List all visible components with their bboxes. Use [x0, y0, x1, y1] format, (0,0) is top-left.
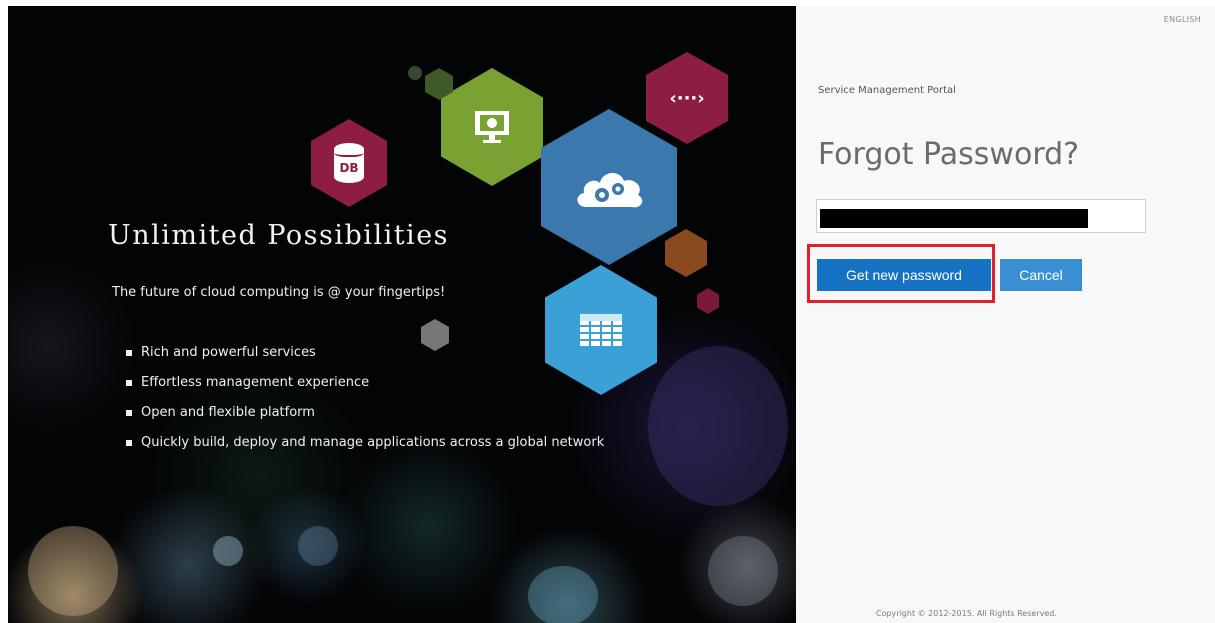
bokeh-light [213, 536, 243, 566]
hero-panel: DB ‹···› Unlimited Possibilities The fut… [8, 6, 796, 623]
cloud-gears-icon [577, 172, 643, 208]
form-title: Forgot Password? [818, 137, 1080, 172]
feature-item: Effortless management experience [126, 375, 604, 405]
database-icon: DB [334, 143, 364, 183]
bullet-icon [126, 440, 132, 446]
feature-text: Quickly build, deploy and manage applica… [141, 435, 605, 450]
bokeh-light [528, 566, 598, 623]
bullet-icon [126, 350, 132, 356]
cloud-hex-icon [541, 109, 677, 265]
code-brackets-icon: ‹···› [669, 87, 705, 109]
copyright-text: Copyright © 2012-2015. All Rights Reserv… [876, 609, 1057, 618]
language-selector[interactable]: ENGLISH [1164, 15, 1201, 24]
feature-text: Rich and powerful services [141, 345, 316, 360]
hero-title: Unlimited Possibilities [108, 220, 450, 251]
orange-hex-decoration [665, 229, 707, 277]
monitor-hex-icon [441, 68, 543, 186]
cancel-button[interactable]: Cancel [1000, 259, 1082, 291]
database-icon-label: DB [339, 161, 359, 175]
table-grid-icon [580, 314, 622, 346]
feature-text: Effortless management experience [141, 375, 370, 390]
bokeh-light [708, 536, 778, 606]
portal-name: Service Management Portal [818, 85, 956, 96]
feature-item: Open and flexible platform [126, 405, 604, 435]
feature-text: Open and flexible platform [141, 405, 315, 420]
bullet-icon [126, 380, 132, 386]
forgot-password-panel: ENGLISH Service Management Portal Forgot… [796, 6, 1215, 623]
feature-item: Quickly build, deploy and manage applica… [126, 435, 604, 465]
bokeh-light [28, 526, 118, 616]
bokeh-light [298, 526, 338, 566]
redaction-bar [820, 209, 1088, 228]
bokeh-light [408, 66, 422, 80]
database-hex-icon: DB [311, 119, 387, 207]
api-hex-icon: ‹···› [646, 52, 728, 144]
monitor-icon [475, 111, 509, 143]
feature-list: Rich and powerful services Effortless ma… [126, 345, 604, 465]
maroon-hex-decoration [697, 288, 719, 314]
hero-subtitle: The future of cloud computing is @ your … [112, 285, 446, 300]
bokeh-light [648, 346, 788, 506]
feature-item: Rich and powerful services [126, 345, 604, 375]
bullet-icon [126, 410, 132, 416]
get-new-password-button[interactable]: Get new password [817, 259, 991, 291]
